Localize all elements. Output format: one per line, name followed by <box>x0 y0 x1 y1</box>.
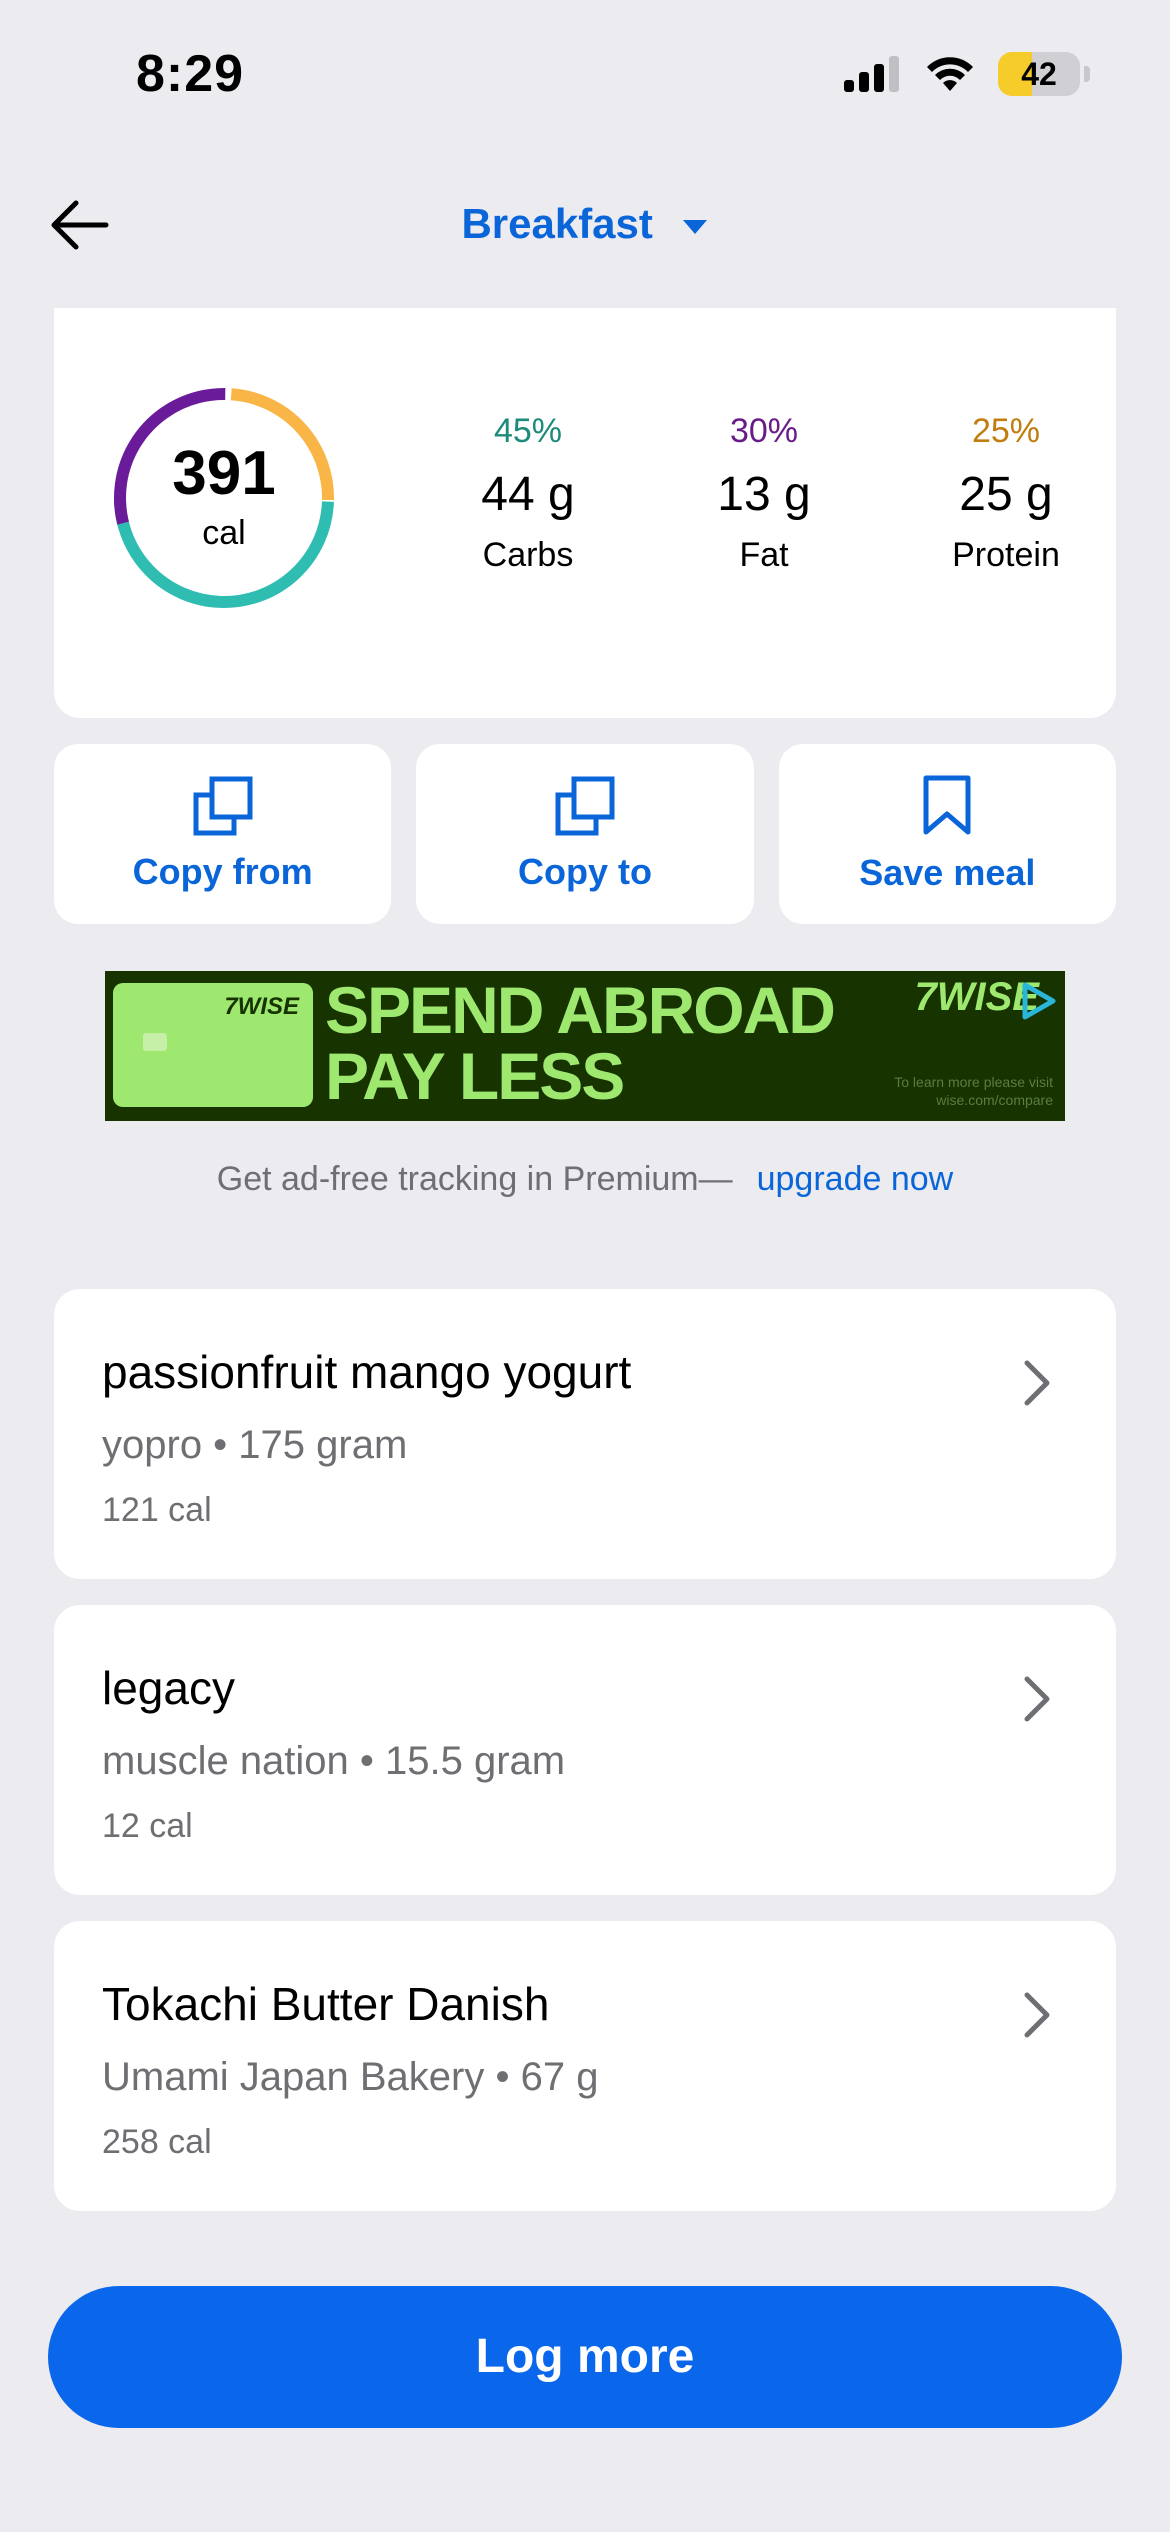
battery-level: 42 <box>1021 55 1057 92</box>
battery-indicator: 42 <box>998 52 1080 96</box>
macro-label: Carbs <box>482 536 574 574</box>
copy-to-button[interactable]: Copy to <box>416 744 754 924</box>
macro-grams: 13 g <box>717 468 811 521</box>
food-brand-serving: yopro • 175 gram <box>102 1423 408 1467</box>
bookmark-icon <box>923 775 971 835</box>
macro-percent: 45% <box>493 412 563 450</box>
food-brand-serving: Umami Japan Bakery • 67 g <box>102 2055 599 2099</box>
chevron-right-icon <box>1024 1992 1050 2038</box>
status-icons: 42 <box>844 52 1090 96</box>
ad-banner[interactable]: 7WISE SPEND ABROAD PAY LESS 7WISE To lea… <box>105 971 1065 1121</box>
copy-from-label: Copy from <box>132 851 313 892</box>
premium-upsell: Get ad-free tracking in Premium— upgrade … <box>0 1160 1170 1199</box>
status-time: 8:29 <box>136 45 245 103</box>
premium-text: Get ad-free tracking in Premium— <box>216 1160 733 1198</box>
wifi-icon <box>927 57 973 91</box>
nav-bar: Breakfast <box>0 170 1170 280</box>
macro-grams: 44 g <box>481 468 575 521</box>
total-calories: 391 <box>172 439 276 508</box>
card-chip-icon <box>143 1033 167 1051</box>
macro-carbs: 45% 44 g Carbs <box>428 412 628 575</box>
log-more-button[interactable]: Log more <box>48 2286 1122 2428</box>
food-calories: 121 cal <box>102 1491 212 1529</box>
macro-grams: 25 g <box>959 468 1053 521</box>
ad-headline: SPEND ABROAD PAY LESS <box>325 973 836 1113</box>
chevron-right-icon <box>1024 1360 1050 1406</box>
save-meal-label: Save meal <box>859 852 1036 893</box>
meal-selector[interactable]: Breakfast <box>0 200 1170 248</box>
food-entry[interactable]: passionfruit mango yogurt yopro • 175 gr… <box>54 1289 1116 1579</box>
macro-label: Fat <box>739 536 789 574</box>
ad-card-logo: 7WISE <box>224 993 299 1020</box>
status-bar: 8:29 42 <box>0 0 1170 150</box>
ad-fine-print: To learn more please visit wise.com/comp… <box>894 1074 1053 1108</box>
food-brand-serving: muscle nation • 15.5 gram <box>102 1739 566 1783</box>
macro-fat: 30% 13 g Fat <box>664 412 864 575</box>
food-calories: 258 cal <box>102 2123 212 2161</box>
food-name: legacy <box>102 1662 235 1714</box>
copy-to-label: Copy to <box>518 851 652 892</box>
food-entry[interactable]: Tokachi Butter Danish Umami Japan Bakery… <box>54 1921 1116 2211</box>
macro-protein: 25% 25 g Protein <box>906 412 1106 575</box>
chevron-right-icon <box>1024 1676 1050 1722</box>
macro-percent: 25% <box>971 412 1041 450</box>
ad-choices-icon[interactable] <box>1015 979 1059 1023</box>
food-entry[interactable]: legacy muscle nation • 15.5 gram 12 cal <box>54 1605 1116 1895</box>
caret-down-icon <box>682 219 707 234</box>
nutrition-summary-card: 391 cal 45% 44 g Carbs 30% 13 g Fat 25% … <box>54 308 1116 718</box>
macro-percent: 30% <box>729 412 799 450</box>
food-calories: 12 cal <box>102 1807 193 1845</box>
calories-unit: cal <box>202 514 246 552</box>
meal-actions: Copy from Copy to Save meal <box>54 744 1116 924</box>
copy-icon <box>555 776 615 836</box>
ad-card-image: 7WISE <box>113 983 313 1107</box>
meal-title: Breakfast <box>461 200 653 247</box>
copy-icon <box>193 776 253 836</box>
food-name: Tokachi Butter Danish <box>102 1978 550 2030</box>
food-name: passionfruit mango yogurt <box>102 1346 632 1398</box>
macro-label: Protein <box>952 536 1060 574</box>
save-meal-button[interactable]: Save meal <box>778 744 1116 924</box>
cellular-signal-icon <box>844 56 899 92</box>
copy-from-button[interactable]: Copy from <box>54 744 392 924</box>
upgrade-now-link[interactable]: upgrade now <box>757 1160 954 1198</box>
